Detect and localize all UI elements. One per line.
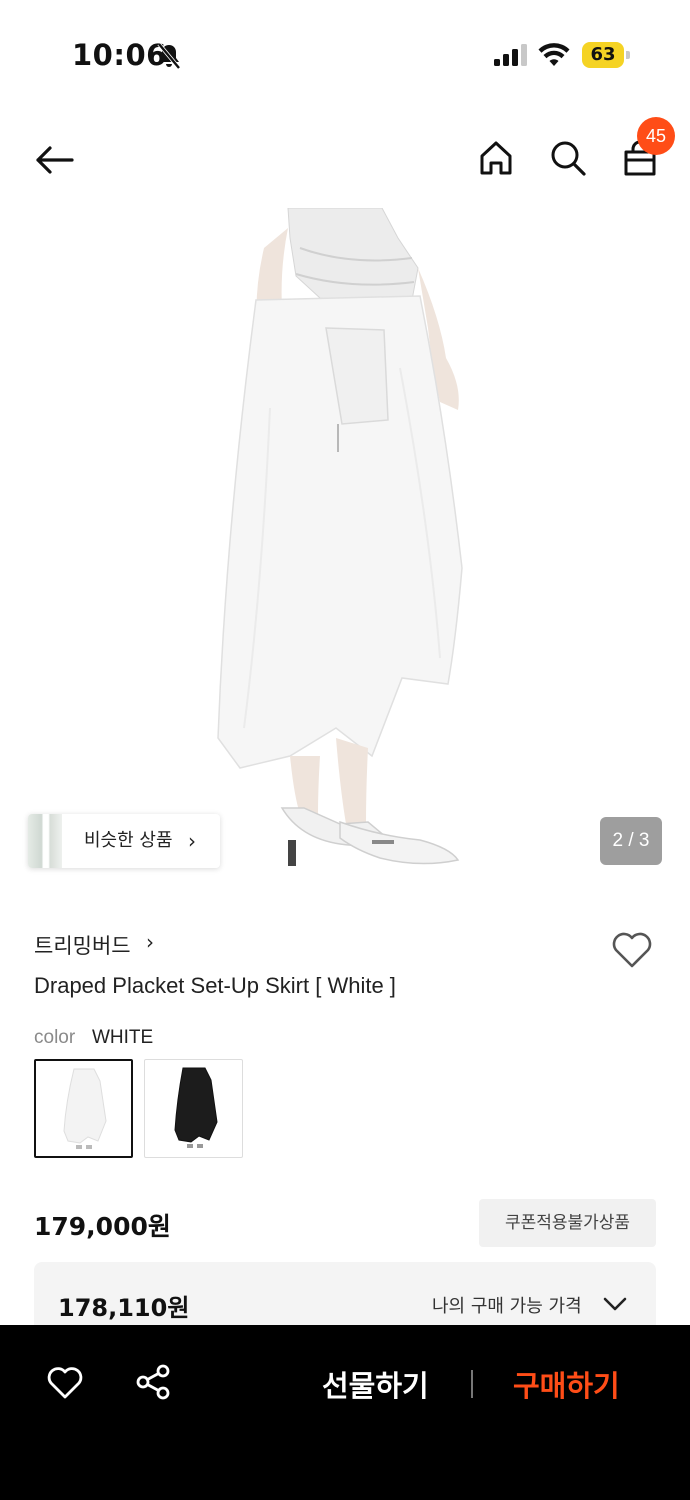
chevron-right-icon: › bbox=[188, 829, 196, 853]
my-price-label: 나의 구매 가능 가격 bbox=[432, 1296, 582, 1317]
buy-button[interactable]: 구매하기 bbox=[513, 1363, 620, 1405]
color-swatch-black[interactable] bbox=[144, 1059, 243, 1158]
divider bbox=[471, 1370, 473, 1398]
similar-product-thumbnail bbox=[28, 814, 62, 868]
battery-cap bbox=[626, 51, 630, 59]
similar-products-label: 비슷한 상품 bbox=[84, 830, 173, 851]
cellular-signal-icon bbox=[494, 44, 527, 66]
bottom-action-bar: 선물하기 구매하기 bbox=[0, 1325, 690, 1500]
swatch-black-image bbox=[174, 1067, 218, 1148]
home-icon[interactable] bbox=[474, 136, 518, 180]
wifi-icon bbox=[538, 43, 570, 66]
cart-count-badge: 45 bbox=[637, 117, 675, 155]
product-price: 179,000원 bbox=[34, 1212, 171, 1241]
color-swatch-white[interactable] bbox=[34, 1059, 133, 1158]
color-value: WHITE bbox=[92, 1027, 154, 1048]
my-price-value: 178,110원 bbox=[58, 1294, 190, 1322]
similar-products-button[interactable]: 비슷한 상품 › bbox=[28, 814, 220, 868]
status-bar: 10:06 63 bbox=[0, 0, 690, 110]
product-image[interactable] bbox=[0, 208, 690, 898]
product-photo bbox=[217, 208, 463, 866]
status-time: 10:06 bbox=[72, 38, 167, 72]
coupon-unavailable-badge: 쿠폰적용불가상품 bbox=[479, 1199, 656, 1247]
chevron-right-icon: › bbox=[146, 930, 154, 954]
wishlist-heart-icon[interactable] bbox=[610, 930, 654, 970]
color-label: color bbox=[34, 1027, 76, 1048]
gift-button[interactable]: 선물하기 bbox=[322, 1363, 429, 1405]
battery-indicator: 63 bbox=[582, 42, 630, 68]
search-icon[interactable] bbox=[546, 136, 590, 180]
share-icon[interactable] bbox=[134, 1363, 172, 1401]
top-nav bbox=[0, 120, 690, 200]
brand-link[interactable]: 트리밍버드 bbox=[34, 930, 131, 960]
heart-icon[interactable] bbox=[46, 1365, 84, 1401]
swatch-white-image bbox=[63, 1068, 107, 1149]
product-title: Draped Placket Set-Up Skirt [ White ] bbox=[34, 973, 396, 998]
back-arrow-icon[interactable] bbox=[32, 138, 76, 182]
image-pager: 2 / 3 bbox=[600, 817, 662, 865]
bell-muted-icon bbox=[157, 42, 181, 70]
chevron-down-icon bbox=[603, 1297, 627, 1311]
battery-level: 63 bbox=[582, 42, 624, 68]
